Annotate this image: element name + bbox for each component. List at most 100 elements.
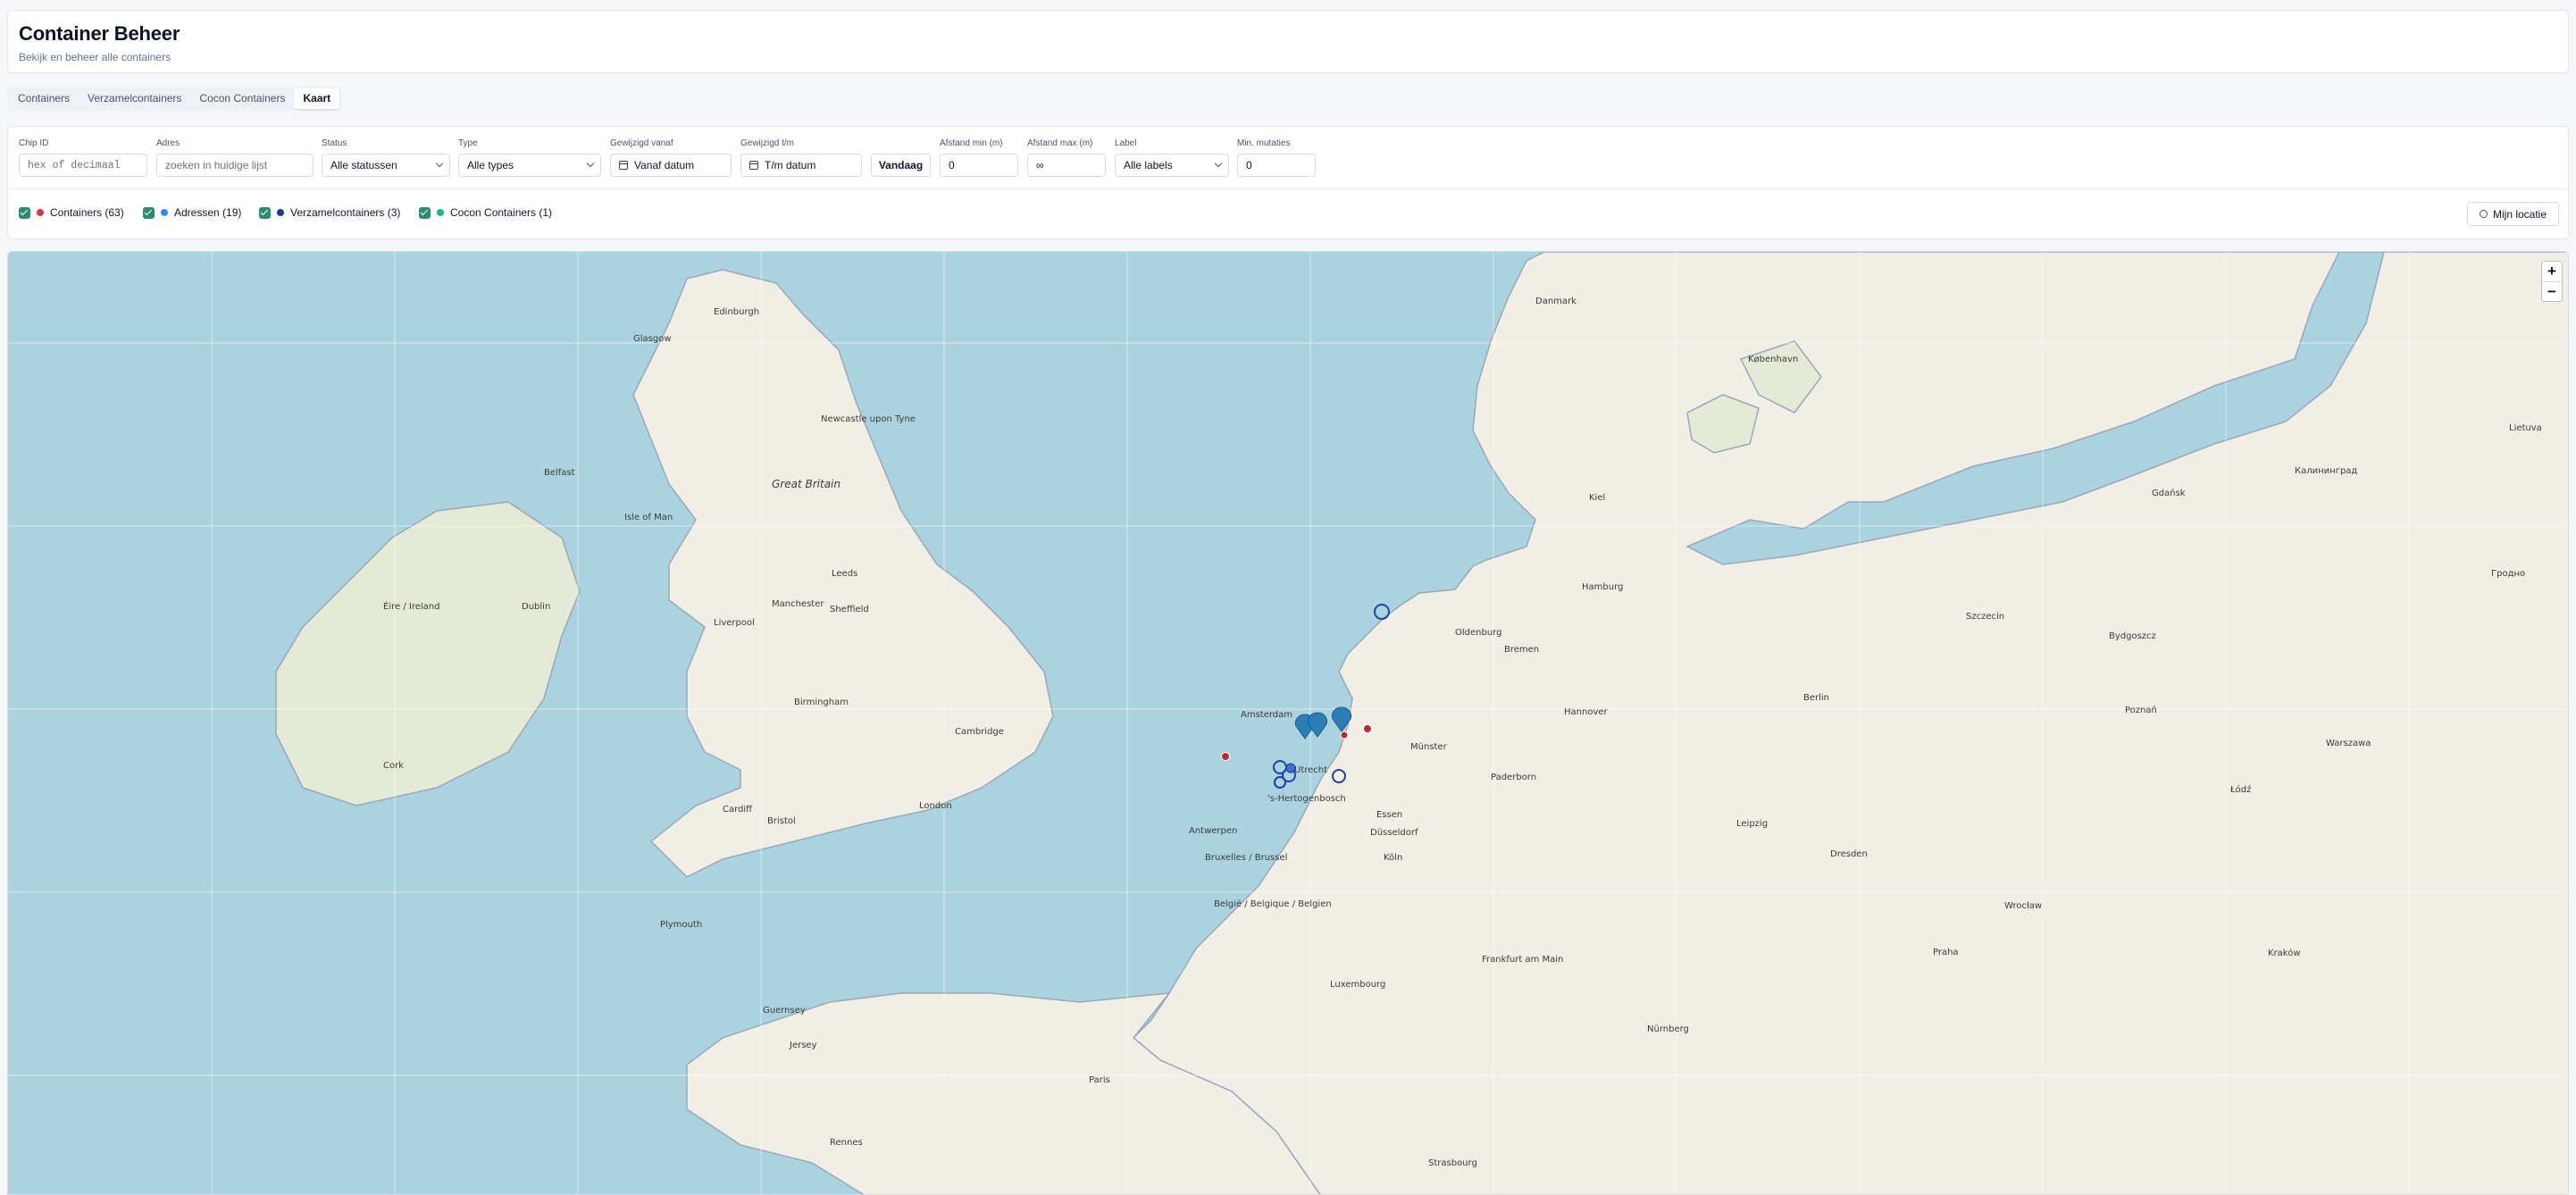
map-label-belfast: Belfast [544, 468, 575, 478]
map-label-szczecin: Szczecin [1966, 612, 2004, 622]
map-label-munster: Münster [1410, 742, 1448, 752]
blue-dot-icon [161, 209, 168, 216]
map-label-dublin: Dublin [522, 602, 550, 612]
red-dot-icon [37, 209, 44, 216]
afstand-min-filter: Afstand min (m) [940, 138, 1003, 150]
address-marker[interactable] [1285, 763, 1296, 773]
map-label-newcastle: Newcastle upon Tyne [821, 414, 916, 424]
adres-input[interactable]: zoeken in huidige lijst [156, 154, 314, 177]
gewijzigd-tm-value: T/m datum [765, 159, 816, 171]
container-marker[interactable] [1340, 731, 1349, 740]
map-label-danmark: Danmark [1535, 297, 1577, 306]
tab-containers[interactable]: Containers [9, 88, 79, 109]
map-label-manchester: Manchester [772, 599, 824, 609]
afstand-min-input[interactable]: 0 [940, 154, 1018, 177]
gewijzigd-tm-datepicker[interactable]: T/m datum [740, 154, 862, 177]
status-select[interactable]: Alle statussen [322, 154, 450, 177]
map-label-liverpool: Liverpool [714, 618, 755, 628]
map-label-luxembourg: Luxembourg [1330, 980, 1385, 990]
map-label-plymouth: Plymouth [660, 920, 702, 930]
chevron-down-icon [1214, 159, 1223, 168]
map-canvas[interactable]: Great Britain Éire / Ireland Danmark Edi… [8, 252, 2569, 1195]
map-label-utrecht: Utrecht [1294, 765, 1327, 775]
type-label: Type [458, 138, 478, 148]
chip-id-input[interactable]: hex of decimaal [19, 154, 147, 177]
checkbox-checked-icon[interactable] [259, 206, 271, 219]
map-label-edinburgh: Edinburgh [714, 307, 759, 317]
map-label-praha: Praha [1933, 948, 1959, 957]
chevron-down-icon [586, 159, 595, 168]
zoom-out-button[interactable]: − [2542, 281, 2562, 301]
map-label-kobenhavn: København [1748, 355, 1798, 364]
adres-label: Adres [156, 138, 180, 148]
layer-label-verzamelcontainers: Verzamelcontainers (3) [290, 206, 401, 219]
map-label-cork: Cork [383, 761, 404, 771]
type-select[interactable]: Alle types [458, 154, 601, 177]
mijn-locatie-button[interactable]: Mijn locatie [2467, 202, 2559, 226]
gewijzigd-tm-label: Gewijzigd t/m [740, 138, 795, 148]
layer-toggle-cocon[interactable]: Cocon Containers (1) [419, 206, 552, 219]
map-label-gdansk: Gdańsk [2152, 488, 2186, 498]
map-label-birmingham: Birmingham [794, 698, 849, 707]
status-select-value: Alle statussen [330, 159, 397, 171]
map-label-essen: Essen [1376, 810, 1402, 820]
map-label-warszawa: Warszawa [2326, 739, 2371, 748]
map-label-cambridge: Cambridge [955, 727, 1004, 737]
layer-toggle-adressen[interactable]: Adressen (19) [143, 206, 241, 219]
layer-label-containers: Containers (63) [50, 206, 124, 219]
label-filter: Label [1115, 138, 1136, 150]
zoom-in-button[interactable]: + [2542, 262, 2562, 281]
container-marker[interactable] [1363, 724, 1372, 733]
map-label-frankfurt: Frankfurt am Main [1482, 955, 1563, 965]
map-label-sheffield: Sheffield [830, 605, 869, 614]
crosshair-icon [2479, 210, 2488, 218]
type-filter: Type [458, 138, 478, 150]
status-label: Status [322, 138, 347, 148]
map-label-lietuva: Lietuva [2509, 423, 2542, 433]
page-subtitle: Bekijk en beheer alle containers [19, 51, 171, 63]
label-label: Label [1115, 138, 1137, 148]
map-label-great-britain: Great Britain [772, 478, 841, 490]
map-label-leeds: Leeds [832, 569, 857, 579]
map-label-belgie: België / Belgique / Belgien [1214, 899, 1332, 909]
map-label-kiel: Kiel [1589, 493, 1605, 503]
map-label-dresden: Dresden [1830, 849, 1868, 859]
afstand-min-label: Afstand min (m) [940, 138, 1003, 148]
map-label-paderborn: Paderborn [1491, 773, 1536, 782]
map-label-nurnberg: Nürnberg [1647, 1024, 1689, 1034]
map-label-eire: Éire / Ireland [383, 600, 439, 612]
tab-kaart[interactable]: Kaart [294, 88, 340, 109]
map-label-poznan: Poznań [2125, 705, 2157, 715]
page-title: Container Beheer [19, 22, 180, 45]
map-label-glasgow: Glasgow [633, 334, 672, 344]
map-label-paris: Paris [1089, 1075, 1110, 1085]
tab-verzamelcontainers[interactable]: Verzamelcontainers [79, 88, 190, 109]
checkbox-checked-icon[interactable] [419, 206, 431, 219]
checkbox-checked-icon[interactable] [19, 206, 30, 219]
layer-toggle-containers[interactable]: Containers (63) [19, 206, 124, 219]
map-label-koln: Köln [1384, 853, 1402, 863]
map-label-leipzig: Leipzig [1736, 819, 1768, 829]
afstand-max-label: Afstand max (m) [1027, 138, 1093, 148]
calendar-icon [749, 161, 758, 170]
map-label-hannover: Hannover [1564, 707, 1609, 717]
gewijzigd-vanaf-filter: Gewijzigd vanaf [610, 138, 673, 150]
map-label-berlin: Berlin [1803, 693, 1829, 703]
min-mutaties-input[interactable]: 0 [1237, 154, 1316, 177]
min-mutaties-label: Min. mutaties [1237, 138, 1291, 148]
map-view[interactable]: Great Britain Éire / Ireland Danmark Edi… [7, 251, 2569, 1195]
vandaag-button[interactable]: Vandaag [871, 154, 931, 177]
gewijzigd-vanaf-label: Gewijzigd vanaf [610, 138, 673, 148]
layer-toggle-verzamelcontainers[interactable]: Verzamelcontainers (3) [259, 206, 400, 219]
min-mutaties-filter: Min. mutaties [1237, 138, 1290, 150]
map-label-antwerpen: Antwerpen [1189, 826, 1237, 836]
label-select[interactable]: Alle labels [1115, 154, 1229, 177]
gewijzigd-vanaf-datepicker[interactable]: Vanaf datum [610, 154, 732, 177]
map-label-rennes: Rennes [830, 1138, 863, 1148]
gewijzigd-vanaf-value: Vanaf datum [634, 159, 695, 171]
tab-cocon-containers[interactable]: Cocon Containers [190, 88, 294, 109]
map-label-jersey: Jersey [789, 1040, 817, 1050]
afstand-max-input[interactable]: ∞ [1027, 154, 1106, 177]
container-marker[interactable] [1221, 752, 1230, 761]
checkbox-checked-icon[interactable] [143, 206, 155, 219]
